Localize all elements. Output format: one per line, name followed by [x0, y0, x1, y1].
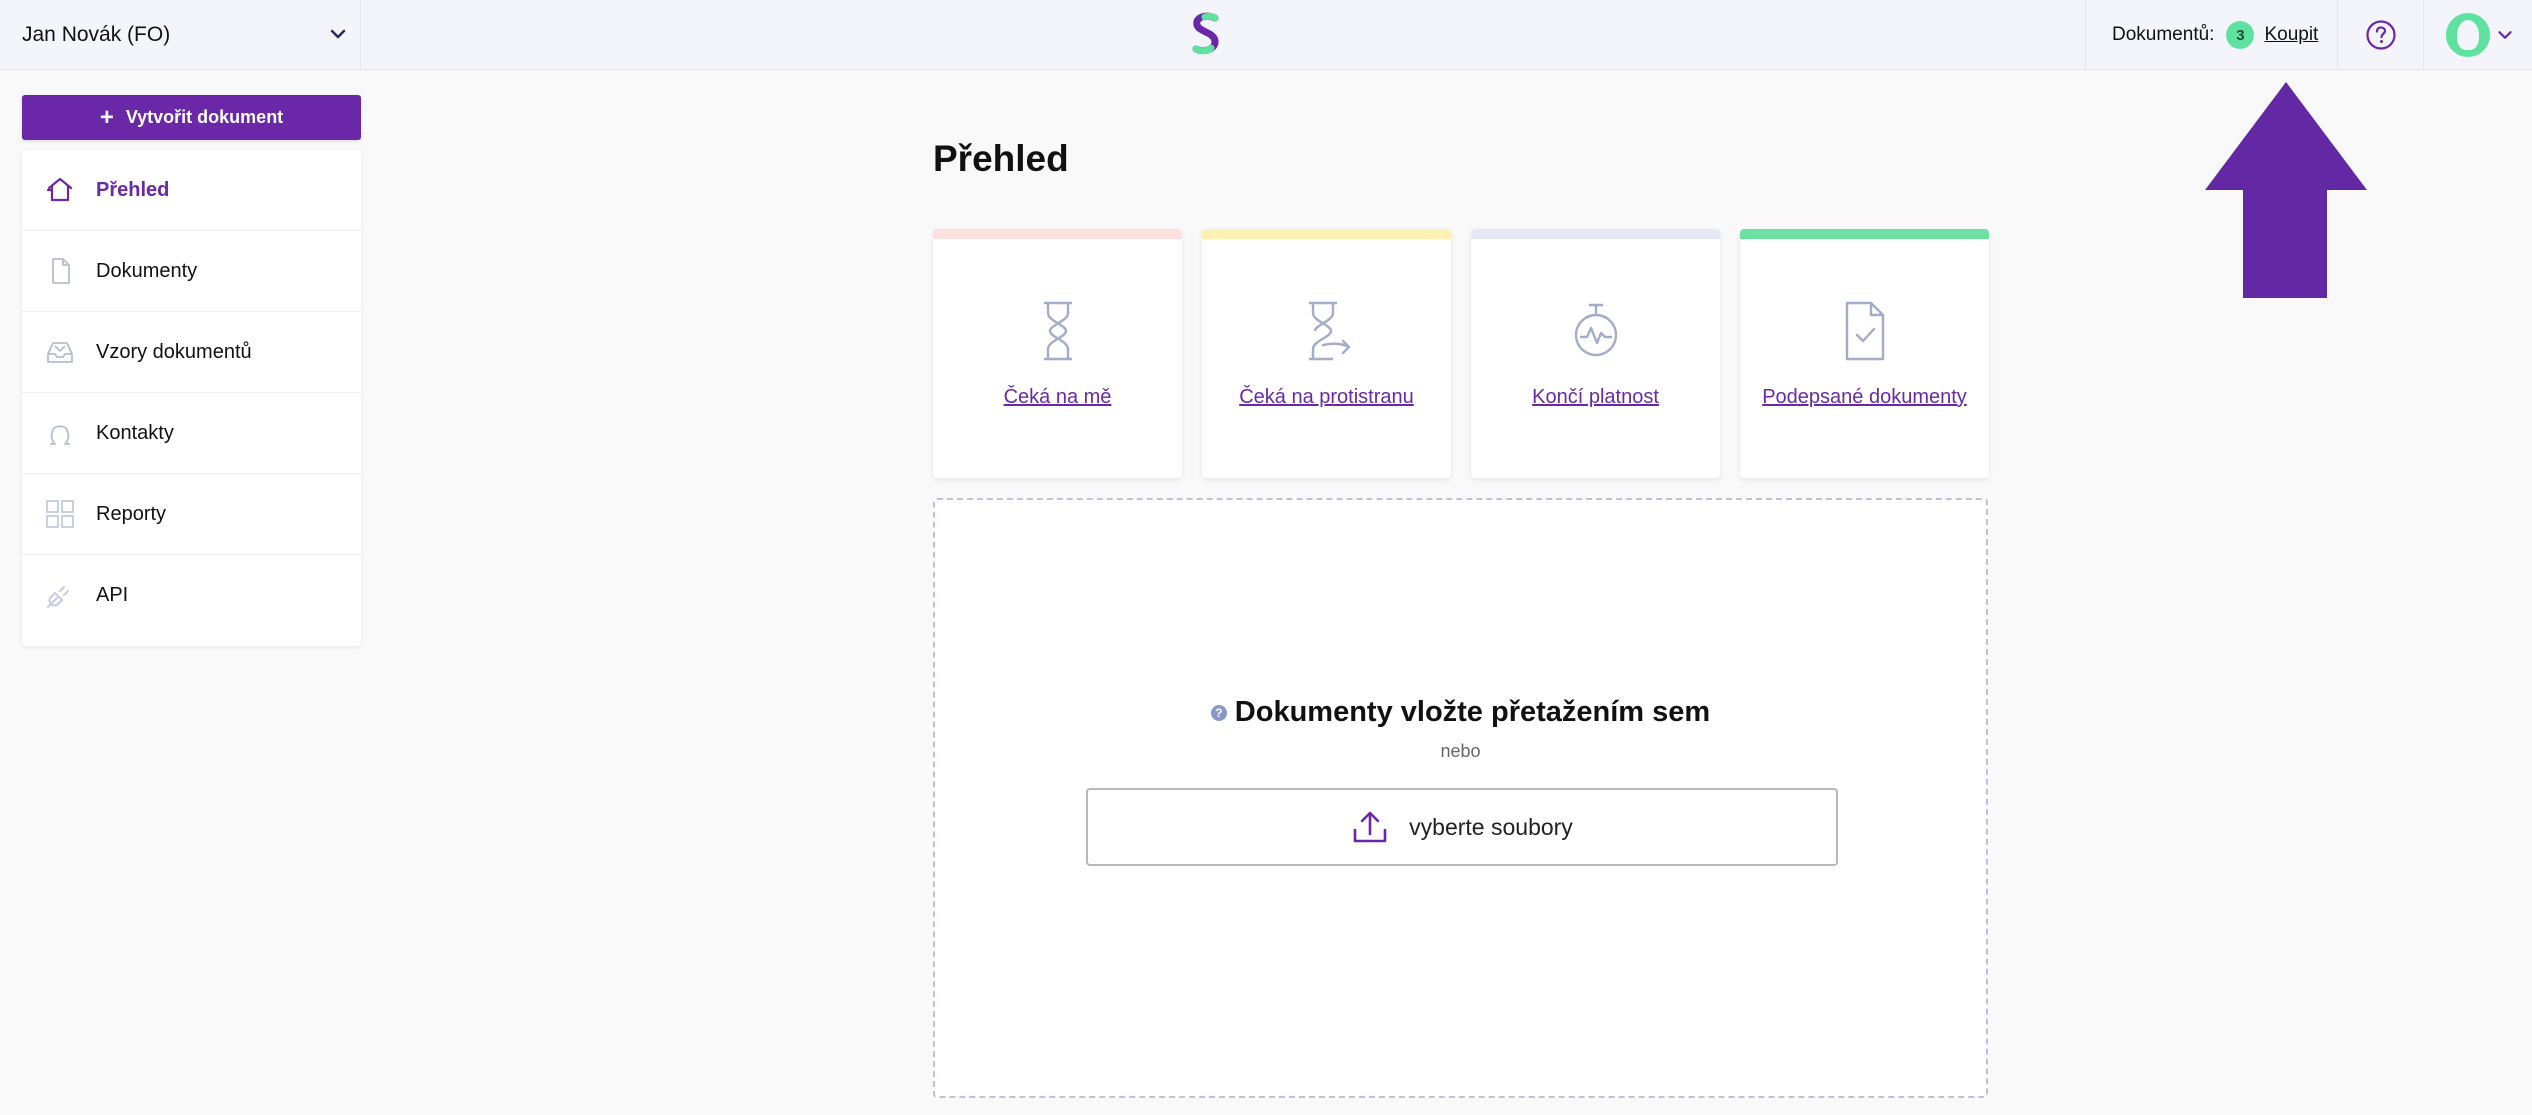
up-arrow-icon: [2205, 82, 2367, 298]
sidebar-item-label: API: [96, 584, 129, 606]
create-document-button[interactable]: + Vytvořit dokument: [22, 95, 361, 140]
sidebar-item-reporty[interactable]: Reporty: [22, 474, 361, 555]
page-title: Přehled: [933, 138, 1069, 179]
card-label: Čeká na mě: [1003, 386, 1112, 408]
hourglass-icon: [1043, 301, 1072, 361]
upload-icon: [1353, 811, 1387, 843]
account-name: Jan Novák (FO): [22, 23, 171, 46]
card-stripe: [1740, 229, 1989, 239]
sidebar-item-api[interactable]: API: [22, 555, 361, 636]
chevron-down-icon: [330, 29, 346, 39]
dropzone-title-text: Dokumenty vložte přetažením sem: [1234, 696, 1711, 728]
card-stripe: [1202, 229, 1451, 239]
chevron-down-icon: [2498, 31, 2512, 39]
select-files-button[interactable]: vyberte soubory: [1086, 788, 1838, 866]
sidebar-item-label: Vzory dokumentů: [96, 340, 252, 363]
sidebar-item-dokumenty[interactable]: Dokumenty: [22, 231, 361, 312]
app-logo[interactable]: [1186, 11, 1226, 57]
file-dropzone[interactable]: ? Dokumenty vložte přetažením sem nebo v…: [933, 498, 1988, 1098]
card-waiting-on-other[interactable]: Čeká na protistranu: [1202, 229, 1451, 478]
sidebar-nav: Přehled Dokumenty Vzory dokumentů Kontak…: [22, 150, 361, 646]
card-label: Končí platnost: [1532, 386, 1659, 408]
sidebar-item-label: Přehled: [96, 178, 170, 201]
card-signed[interactable]: Podepsané dokumenty: [1740, 229, 1989, 478]
home-icon: [46, 177, 73, 202]
select-files-label: vyberte soubory: [1409, 813, 1573, 840]
document-check-icon: [1845, 301, 1884, 361]
credits-badge: 3: [2226, 21, 2255, 49]
account-switcher[interactable]: Jan Novák (FO): [0, 0, 361, 70]
credits-counter: Dokumentů: 3 Koupit: [2085, 0, 2338, 70]
sidebar-item-label: Reporty: [96, 502, 167, 525]
card-expiring[interactable]: Končí platnost: [1471, 229, 1720, 478]
card-stripe: [933, 229, 1182, 239]
question-circle-icon: [2365, 20, 2396, 50]
buy-link[interactable]: Koupit: [2264, 24, 2318, 46]
card-stripe: [1471, 229, 1720, 239]
credits-label: Dokumentů:: [2112, 24, 2215, 45]
plug-icon: [47, 586, 69, 608]
help-button[interactable]: [2338, 0, 2424, 70]
card-label: Podepsané dokumenty: [1762, 386, 1967, 408]
plus-icon: +: [99, 103, 114, 131]
user-menu[interactable]: [2424, 0, 2532, 70]
sidebar-item-label: Kontakty: [96, 421, 174, 444]
document-icon: [52, 258, 70, 284]
help-icon[interactable]: ?: [1210, 704, 1227, 721]
hourglass-arrow-icon: [1308, 301, 1350, 361]
sidebar-item-prehled[interactable]: Přehled: [22, 150, 361, 231]
sidebar-item-kontakty[interactable]: Kontakty: [22, 393, 361, 474]
avatar: [2446, 13, 2490, 57]
sidebar-item-label: Dokumenty: [96, 259, 198, 282]
stopwatch-icon: [1574, 303, 1617, 357]
top-bar: Jan Novák (FO) Dokumentů: 3 Koupit: [0, 0, 2532, 70]
card-label: Čeká na protistranu: [1239, 386, 1414, 408]
create-document-label: Vytvořit dokument: [125, 107, 284, 127]
contact-icon: [50, 425, 70, 445]
dropzone-title: ? Dokumenty vložte přetažením sem: [935, 696, 1986, 729]
sidebar-item-vzory[interactable]: Vzory dokumentů: [22, 312, 361, 393]
card-waiting-on-me[interactable]: Čeká na mě: [933, 229, 1182, 478]
grid-icon: [46, 500, 74, 528]
inbox-icon: [47, 342, 73, 363]
dropzone-or-label: nebo: [1440, 741, 1481, 761]
